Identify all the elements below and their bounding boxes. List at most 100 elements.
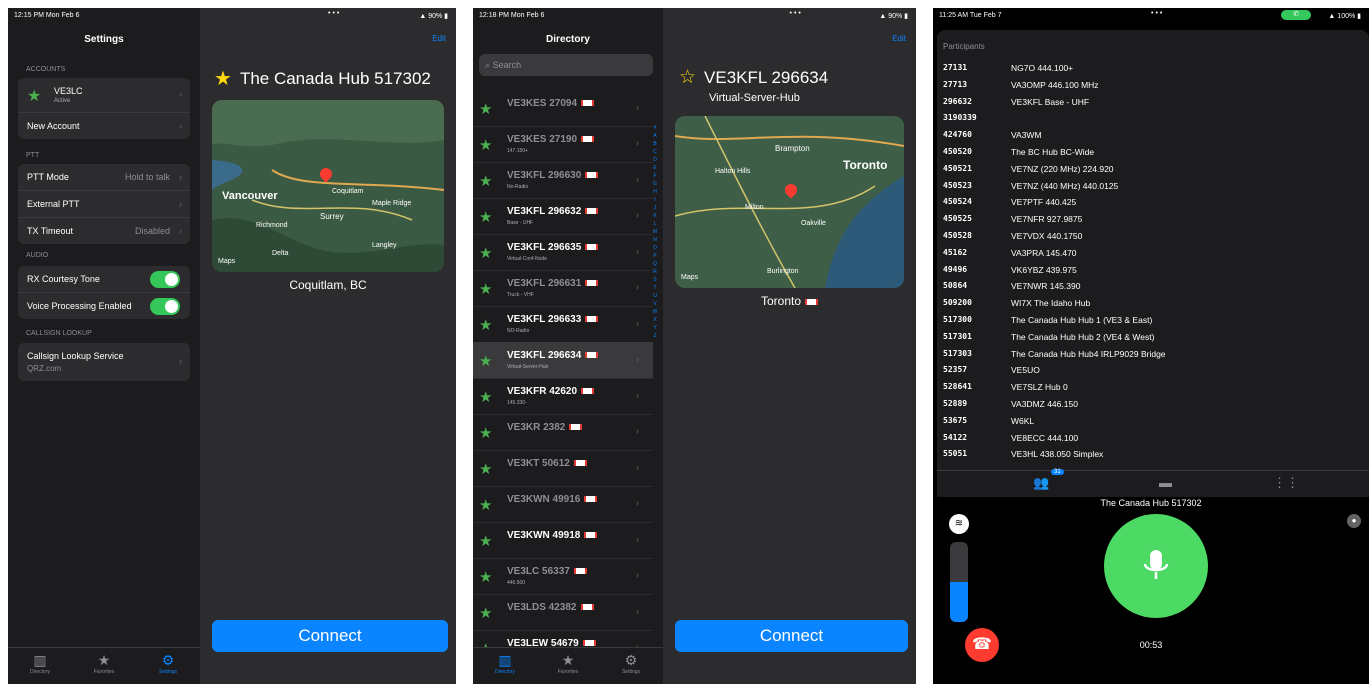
external-ptt-row[interactable]: External PTT › <box>18 191 190 218</box>
chat-icon[interactable]: ▬ <box>1159 475 1172 490</box>
directory-row-subtitle: Base - UHF <box>507 220 534 226</box>
settings-circle-icon[interactable]: ● <box>1347 514 1361 528</box>
index-letter[interactable]: T <box>651 284 659 292</box>
star-icon: ★ <box>479 569 493 586</box>
tab-directory[interactable]: ▥ Directory <box>473 652 537 675</box>
alphabet-index[interactable]: # A B C D E F G H I J K L M N O P Q R S T U V W X Y Z <box>651 124 659 340</box>
directory-row[interactable]: ★ VE3KFL 296634 Virtual-Server-Hub › <box>473 342 653 379</box>
rx-courtesy-toggle[interactable] <box>150 271 180 288</box>
callsign-id: VE3KWN 49916 <box>507 494 581 505</box>
index-letter[interactable]: G <box>651 180 659 188</box>
tab-favorites[interactable]: ★ Favorites <box>72 652 136 675</box>
index-letter[interactable]: K <box>651 212 659 220</box>
directory-row[interactable]: ★ VE3KFL 296635 Virtual-Conf-Node › <box>473 234 653 271</box>
tab-settings[interactable]: ⚙ Settings <box>599 652 663 675</box>
keypad-icon[interactable]: ⋮⋮ <box>1273 475 1299 491</box>
call-indicator-icon[interactable]: ✆ <box>1281 10 1311 20</box>
map-view[interactable]: Brampton Toronto Halton Hills Milton Oak… <box>675 116 904 288</box>
index-letter[interactable]: F <box>651 172 659 180</box>
directory-row[interactable]: ★ VE3LDS 42382 › <box>473 594 653 631</box>
directory-row[interactable]: ★ VE3KFL 296633 NO-Radio › <box>473 306 653 343</box>
index-letter[interactable]: O <box>651 244 659 252</box>
chevron-right-icon: › <box>179 226 182 236</box>
index-letter[interactable]: X <box>651 316 659 324</box>
directory-sidebar: 12:18 PM Mon Feb 6 Directory ⌕ Search ★ V… <box>473 8 663 684</box>
edit-button[interactable]: Edit <box>432 34 446 43</box>
index-letter[interactable]: L <box>651 220 659 228</box>
voice-processing-toggle[interactable] <box>150 298 180 315</box>
canada-flag-icon <box>585 208 599 215</box>
index-letter[interactable]: B <box>651 140 659 148</box>
callsign-id: VE3KFL 296631 <box>507 278 582 289</box>
callsign-id: VE3KFL 296633 <box>507 314 582 325</box>
callsign-lookup-value: QRZ.com <box>27 364 62 373</box>
connect-button[interactable]: Connect <box>212 620 448 652</box>
directory-row[interactable]: ★ VE3LC 56337 446.500 › <box>473 558 653 595</box>
canada-flag-icon <box>584 532 598 539</box>
directory-row[interactable]: ★ VE3KES 27094 › <box>473 90 653 127</box>
index-letter[interactable]: # <box>651 124 659 132</box>
directory-row[interactable]: ★ VE3KWN 49916 › <box>473 486 653 523</box>
canada-flag-icon <box>585 244 599 251</box>
account-row[interactable]: ★ VE3LC Active › <box>18 78 190 113</box>
favorite-star-outline-icon[interactable]: ☆ <box>679 66 696 89</box>
map-view[interactable]: Vancouver Coquitlam Surrey Richmond Lang… <box>212 100 444 272</box>
participants-icon[interactable]: 👥 <box>1033 475 1049 491</box>
participant-name: The BC Hub BC-Wide <box>1011 147 1095 157</box>
index-letter[interactable]: H <box>651 188 659 196</box>
directory-row[interactable]: ★ VE3KES 27190 147.150+ › <box>473 126 653 163</box>
index-letter[interactable]: R <box>651 268 659 276</box>
push-to-talk-button[interactable] <box>1104 514 1208 618</box>
index-letter[interactable]: M <box>651 228 659 236</box>
index-letter[interactable]: J <box>651 204 659 212</box>
directory-row[interactable]: ★ VE3KWN 49918 › <box>473 522 653 559</box>
directory-row[interactable]: ★ VE3KFR 42620 145.330- › <box>473 378 653 415</box>
index-letter[interactable]: Z <box>651 332 659 340</box>
audio-wave-icon[interactable]: ≋ <box>949 514 969 534</box>
tab-label: Directory <box>494 669 515 675</box>
index-letter[interactable]: S <box>651 276 659 284</box>
volume-slider[interactable] <box>950 542 968 622</box>
connect-button[interactable]: Connect <box>675 620 908 652</box>
edit-button[interactable]: Edit <box>892 34 906 43</box>
directory-row[interactable]: ★ VE3KT 50612 › <box>473 450 653 487</box>
index-letter[interactable]: N <box>651 236 659 244</box>
book-icon: ▥ <box>33 652 47 668</box>
directory-row-name: VE3LDS 42382 <box>507 602 594 613</box>
tx-timeout-row[interactable]: TX Timeout Disabled › <box>18 218 190 244</box>
map-label-brampton: Brampton <box>775 144 810 153</box>
participant-name: VE7NZ (220 MHz) 224.920 <box>1011 163 1114 174</box>
new-account-row[interactable]: New Account › <box>18 113 190 139</box>
directory-row[interactable]: ★ VE3KR 2382 › <box>473 414 653 451</box>
chevron-right-icon: › <box>636 102 639 112</box>
canada-flag-icon <box>573 460 587 467</box>
index-letter[interactable]: A <box>651 132 659 140</box>
star-icon: ★ <box>479 605 493 622</box>
search-input[interactable]: ⌕ Search <box>479 54 653 76</box>
favorite-star-icon[interactable]: ★ <box>214 66 232 91</box>
index-letter[interactable]: C <box>651 148 659 156</box>
index-letter[interactable]: P <box>651 252 659 260</box>
index-letter[interactable]: I <box>651 196 659 204</box>
tab-settings[interactable]: ⚙ Settings <box>136 652 200 675</box>
directory-row[interactable]: ★ VE3KFL 296632 Base - UHF › <box>473 198 653 235</box>
callsign-id: VE3KFL 296630 <box>507 170 582 181</box>
index-letter[interactable]: W <box>651 308 659 316</box>
directory-row[interactable]: ★ VE3KFL 296630 No-Radio › <box>473 162 653 199</box>
ptt-mode-row[interactable]: PTT Mode Hold to talk › <box>18 164 190 191</box>
index-letter[interactable]: E <box>651 164 659 172</box>
index-letter[interactable]: Y <box>651 324 659 332</box>
index-letter[interactable]: Q <box>651 260 659 268</box>
tab-favorites[interactable]: ★ Favorites <box>536 652 600 675</box>
tab-label: Favorites <box>557 669 579 675</box>
chevron-right-icon: › <box>179 172 182 182</box>
callsign-lookup-row[interactable]: Callsign Lookup Service QRZ.com › <box>18 343 190 381</box>
index-letter[interactable]: U <box>651 292 659 300</box>
participant-id: 450521 <box>943 163 972 173</box>
index-letter[interactable]: V <box>651 300 659 308</box>
directory-row[interactable]: ★ VE3KFL 296631 Truck - VHF › <box>473 270 653 307</box>
index-letter[interactable]: D <box>651 156 659 164</box>
tab-directory[interactable]: ▥ Directory <box>8 652 72 675</box>
star-icon: ★ <box>479 281 493 298</box>
canada-flag-icon <box>585 172 599 179</box>
